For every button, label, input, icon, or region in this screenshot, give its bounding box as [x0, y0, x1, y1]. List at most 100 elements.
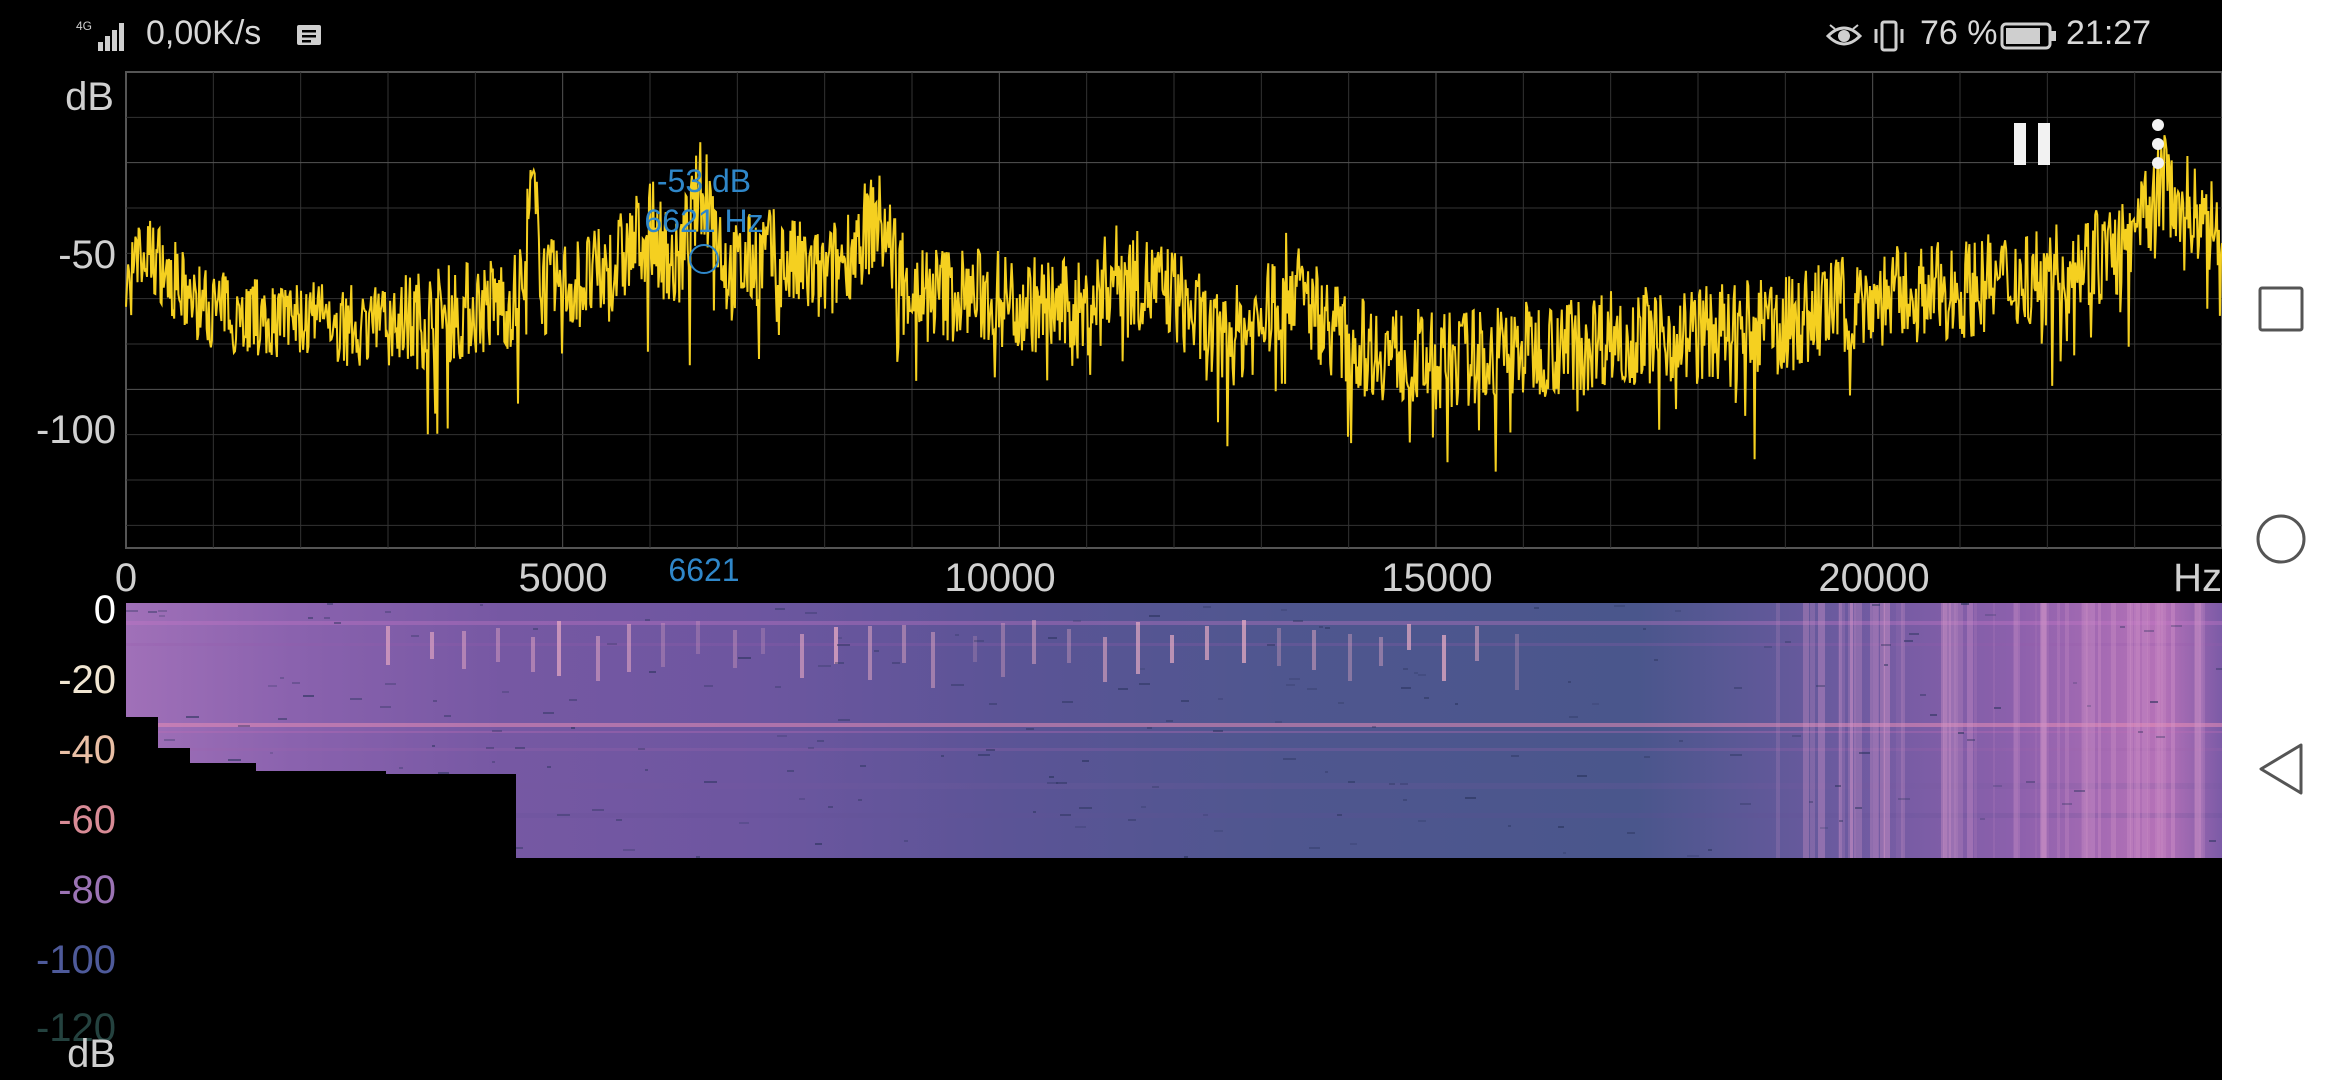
battery-percent: 76 % — [1920, 14, 1998, 52]
spectrogram-texture — [988, 702, 997, 705]
spectrogram-texture — [1266, 643, 1276, 646]
network-type: 4G — [76, 19, 92, 33]
spectrogram-texture — [859, 765, 867, 768]
spectrogram-texture — [1214, 829, 1223, 832]
spectrogram-texture — [126, 748, 2224, 751]
spectrogram-texture — [1974, 603, 1977, 861]
spectrogram-texture — [1966, 603, 1973, 861]
spectrogram-texture — [1686, 854, 1700, 857]
spectrogram-texture — [1562, 851, 1567, 854]
spectrogram-texture — [1883, 663, 1888, 666]
scale-label: 0 — [93, 588, 116, 632]
home-button[interactable] — [2252, 510, 2310, 568]
spectrogram-texture — [1898, 798, 1910, 801]
spectrogram-texture — [1859, 751, 1871, 754]
spectrogram-texture — [1763, 645, 1772, 648]
spectrogram-texture — [1791, 734, 1801, 737]
spectrogram-texture — [1880, 644, 1892, 647]
spectrogram-texture — [1072, 620, 1081, 623]
spectrogram-texture — [902, 625, 907, 664]
peak-hz-label: 6621 Hz — [644, 203, 763, 239]
spectrogram-texture — [1400, 687, 1412, 690]
spectrogram-texture — [1819, 827, 1828, 830]
spectrogram-texture — [1001, 622, 1006, 678]
spectrogram-mask-step — [516, 858, 2224, 861]
spectrogram-texture — [126, 610, 139, 613]
spectrogram-texture — [1979, 818, 1985, 820]
spectrogram-texture — [1643, 756, 1651, 759]
spectrogram-texture — [1139, 667, 1146, 670]
spectrogram-texture — [2156, 735, 2165, 738]
spectrogram-texture — [1869, 603, 1873, 861]
spectrogram-texture — [1288, 678, 1300, 681]
spectrogram-texture — [1842, 603, 1846, 861]
battery-icon — [2000, 22, 2056, 50]
notification-icon — [297, 25, 321, 45]
spectrogram-texture — [248, 843, 252, 846]
spectrogram-texture — [239, 820, 251, 823]
spectrogram-texture — [2073, 681, 2077, 684]
spectrogram-texture — [126, 723, 2224, 727]
spectrogram-texture — [1203, 606, 1212, 609]
spectrogram-texture — [476, 810, 488, 813]
spectrogram-texture — [1441, 634, 1446, 682]
scale-unit: dB — [67, 1032, 116, 1076]
scale-label: -20 — [58, 658, 116, 702]
spectrogram-texture — [799, 798, 806, 801]
spectrogram-texture — [238, 724, 251, 727]
spectrogram-texture — [1882, 603, 1886, 861]
spectrogram-texture — [1146, 726, 1152, 729]
spectrogram-texture — [1992, 784, 2002, 787]
spectrogram-texture — [974, 639, 984, 642]
spectrogram-texture — [568, 698, 578, 701]
spectrogram-texture — [269, 751, 273, 754]
spectrogram-texture — [126, 783, 2224, 789]
network-speed: 0,00K/s — [146, 14, 262, 52]
spectrogram-texture — [1838, 603, 1842, 861]
spectrogram-texture — [147, 611, 157, 614]
spectrogram-texture — [696, 621, 701, 655]
spectrogram-texture — [930, 631, 935, 688]
spectrogram-texture — [814, 843, 822, 846]
spectrogram-texture — [1388, 783, 1395, 786]
spectrogram-texture — [1048, 775, 1054, 778]
spectrogram-texture — [1312, 629, 1317, 671]
navigation-bar — [2222, 0, 2340, 1080]
spectrogram-texture — [615, 819, 622, 822]
spectrogram-texture — [126, 621, 2224, 625]
spectrogram-texture — [1203, 814, 1209, 817]
clock: 21:27 — [2066, 14, 2152, 52]
spectrogram-texture — [279, 677, 285, 680]
spectrogram-texture — [432, 699, 437, 702]
spectrogram-texture — [1033, 811, 1037, 814]
x-tick-label: 15000 — [1381, 556, 1492, 600]
spectrogram-texture — [443, 830, 456, 833]
spectrogram-texture — [530, 636, 535, 673]
spectrogram-texture — [954, 633, 960, 636]
spectrogram-texture — [533, 627, 538, 630]
back-button[interactable] — [2252, 740, 2310, 798]
spectrogram-texture — [158, 859, 164, 861]
spectrogram-texture — [384, 610, 391, 613]
spectrogram-texture — [1957, 732, 1965, 735]
spectrogram-texture — [834, 662, 844, 665]
spectrum-plot[interactable]: dB -50 -100 0 5000 10000 15000 20000 Hz … — [0, 60, 2222, 600]
more-options-button[interactable] — [2134, 112, 2182, 176]
spectrogram-texture — [873, 649, 879, 652]
recents-button[interactable] — [2252, 280, 2310, 338]
spectrogram-texture — [372, 814, 385, 817]
spectrogram[interactable] — [126, 603, 2224, 861]
spectrogram-texture — [334, 806, 341, 809]
spectrogram-texture — [904, 840, 909, 843]
spectrogram-texture — [1217, 698, 1224, 701]
pause-button[interactable] — [2000, 112, 2064, 176]
spectrogram-texture — [1507, 825, 1512, 828]
spectrogram-texture — [818, 665, 831, 668]
spectrogram-texture — [2171, 603, 2175, 861]
spectrogram-texture — [838, 719, 850, 722]
spectrogram-texture — [1985, 614, 1996, 617]
spectrogram-texture — [1785, 641, 1791, 644]
spectrogram-texture — [1205, 626, 1210, 661]
scale-label: -80 — [58, 868, 116, 912]
spectrogram-texture — [837, 643, 851, 646]
